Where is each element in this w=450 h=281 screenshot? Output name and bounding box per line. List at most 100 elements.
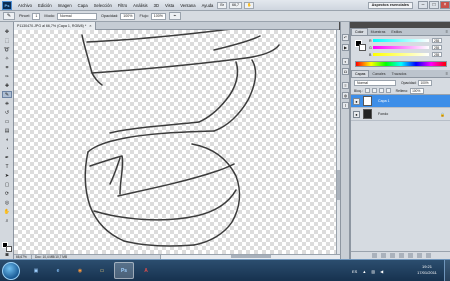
horizontal-scroll-thumb[interactable] [231, 255, 271, 258]
tab-swatches[interactable]: Muestras [368, 28, 389, 35]
document-tab[interactable]: P1130470.JPG al 66,7% (Capa 1, RGB/8) * … [14, 21, 96, 30]
zoom-level-select[interactable]: 66,7 [228, 1, 242, 9]
add-mask-icon[interactable] [389, 253, 395, 258]
taskbar-photoshop-icon[interactable]: Ps [114, 262, 134, 279]
menu-vista[interactable]: Vista [162, 3, 177, 8]
color-panel-background-swatch[interactable] [359, 44, 366, 51]
menu-filtro[interactable]: Filtro [115, 3, 130, 8]
paths-panel-icon[interactable]: ⌇ [342, 102, 349, 109]
menu-imagen[interactable]: Imagen [55, 3, 75, 8]
canvas[interactable] [14, 30, 336, 254]
workspace-switcher[interactable]: Aspectos esenciales [367, 1, 413, 9]
channels-panel-icon[interactable]: ◍ [342, 92, 349, 99]
layers-panel-icon[interactable]: ≡ [342, 82, 349, 89]
maximize-button[interactable]: □ [429, 1, 439, 9]
tab-paths[interactable]: Trazados [389, 70, 410, 77]
close-button[interactable]: × [440, 1, 450, 9]
quick-mask-icon[interactable]: ◙ [2, 251, 12, 258]
bridge-button[interactable]: Br [217, 1, 227, 9]
brush-tool-icon[interactable]: ✎ [2, 91, 12, 98]
history-brush-tool-icon[interactable]: ↺ [2, 109, 12, 116]
path-select-tool-icon[interactable]: ➤ [2, 172, 12, 179]
menu-ayuda[interactable]: Ayuda [199, 3, 217, 8]
menu-analisis[interactable]: Análisis [130, 3, 150, 8]
crop-tool-icon[interactable]: ⌗ [2, 64, 12, 71]
layers-panel-menu-icon[interactable]: ≡ [446, 70, 450, 77]
volume-icon[interactable]: ◀ [380, 269, 383, 274]
layer-row-fondo[interactable]: ● Fondo 🔒 [351, 108, 450, 121]
gradient-tool-icon[interactable]: ▤ [2, 127, 12, 134]
language-indicator[interactable]: ES [352, 269, 357, 274]
blur-tool-icon[interactable]: ◖ [2, 136, 12, 143]
brush-size-picker[interactable]: 1 [32, 12, 41, 20]
history-panel-icon[interactable]: ↶ [342, 34, 349, 41]
zoom-tool-icon[interactable]: ⌕ [2, 217, 12, 224]
marquee-tool-icon[interactable]: ⬚ [2, 37, 12, 44]
tab-layers[interactable]: Capas [351, 70, 370, 77]
tab-channels[interactable]: Canales [369, 70, 388, 77]
menu-capa[interactable]: Capa [75, 3, 91, 8]
move-tool-icon[interactable]: ✥ [2, 28, 12, 35]
show-desktop-button[interactable] [444, 260, 450, 281]
taskbar-acrobat-icon[interactable]: A [136, 262, 156, 279]
link-layers-icon[interactable] [371, 253, 377, 258]
mode-select[interactable]: Normal [56, 12, 97, 20]
opacity-input[interactable]: 100% [120, 12, 136, 20]
menu-3d[interactable]: 3D [151, 3, 162, 8]
taskbar-clock[interactable]: 19:21 17/01/2011 [412, 264, 442, 276]
eyedropper-tool-icon[interactable]: ✑ [2, 73, 12, 80]
new-layer-icon[interactable] [416, 253, 422, 258]
quick-select-tool-icon[interactable]: ✧ [2, 55, 12, 62]
menu-edicion[interactable]: Edición [35, 3, 55, 8]
green-value[interactable]: 255 [432, 45, 442, 50]
3d-orbit-tool-icon[interactable]: ◎ [2, 199, 12, 206]
visibility-eye-icon[interactable]: ● [353, 110, 360, 118]
type-tool-icon[interactable]: T [2, 163, 12, 170]
clone-stamp-tool-icon[interactable]: ⎈ [2, 100, 12, 107]
pen-tool-icon[interactable]: ✒ [2, 154, 12, 161]
tool-preset-picker[interactable]: ✎ [3, 12, 15, 20]
layer-opacity-input[interactable]: 100% [418, 79, 433, 86]
taskbar-firefox-icon[interactable]: ◉ [70, 262, 90, 279]
color-panel-menu-icon[interactable]: ≡ [446, 28, 450, 35]
menu-archivo[interactable]: Archivo [15, 3, 35, 8]
taskbar-ie-icon[interactable]: e [48, 262, 68, 279]
start-button-icon[interactable] [2, 262, 20, 280]
hand-tool-icon[interactable]: ✋ [2, 208, 12, 215]
lock-pixels-icon[interactable] [371, 88, 377, 93]
tray-arrow-icon[interactable]: ▲ [362, 269, 366, 274]
taskbar-explorer-icon[interactable]: ▣ [26, 262, 46, 279]
document-close-icon[interactable]: × [89, 23, 91, 28]
menu-ventana[interactable]: Ventana [177, 3, 198, 8]
shape-tool-icon[interactable]: ▢ [2, 181, 12, 188]
eraser-tool-icon[interactable]: ▭ [2, 118, 12, 125]
lock-transparency-icon[interactable] [364, 88, 370, 93]
adjustments-panel-icon[interactable]: ◐ [342, 58, 349, 65]
adjustment-layer-icon[interactable] [398, 253, 404, 258]
red-slider[interactable] [373, 39, 429, 42]
lock-position-icon[interactable] [378, 88, 384, 93]
color-spectrum-ramp[interactable] [355, 61, 447, 67]
lasso-tool-icon[interactable]: ➰ [2, 46, 12, 53]
actions-panel-icon[interactable]: ▶ [342, 44, 349, 51]
dodge-tool-icon[interactable]: ◔ [2, 145, 12, 152]
red-value[interactable]: 255 [432, 38, 442, 43]
blue-slider[interactable] [373, 53, 429, 56]
menu-seleccion[interactable]: Selección [91, 3, 115, 8]
tab-color[interactable]: Color [351, 28, 368, 35]
network-icon[interactable]: ▥ [371, 269, 375, 274]
healing-tool-icon[interactable]: ✚ [2, 82, 12, 89]
hand-tool-button[interactable]: ✋ [243, 1, 255, 9]
fill-input[interactable]: 100% [410, 87, 425, 94]
blue-value[interactable]: 255 [432, 52, 442, 57]
delete-layer-icon[interactable] [425, 253, 431, 258]
3d-rotate-tool-icon[interactable]: ⟳ [2, 190, 12, 197]
taskbar-folder-icon[interactable]: ▭ [92, 262, 112, 279]
green-slider[interactable] [373, 46, 429, 49]
new-group-icon[interactable] [407, 253, 413, 258]
lock-all-icon[interactable] [385, 88, 391, 93]
flow-input[interactable]: 100% [150, 12, 166, 20]
tab-styles[interactable]: Estilos [388, 28, 405, 35]
blend-mode-select[interactable]: Normal [354, 79, 396, 86]
minimize-button[interactable]: – [418, 1, 428, 9]
